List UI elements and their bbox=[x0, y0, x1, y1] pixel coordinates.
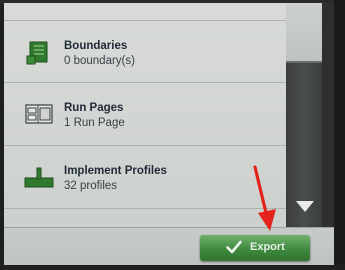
list-item-subtitle: 0 boundary(s) bbox=[64, 55, 135, 67]
scrollbar[interactable] bbox=[286, 3, 334, 227]
checkmark-icon bbox=[226, 240, 242, 254]
implement-icon bbox=[24, 167, 54, 188]
display-screen: Boundaries 0 boundary(s) Run Pages 1 Run… bbox=[4, 3, 334, 265]
triangle-down-icon[interactable] bbox=[296, 201, 314, 212]
scroll-up-region[interactable] bbox=[286, 3, 322, 63]
list-item-boundaries[interactable]: Boundaries 0 boundary(s) bbox=[4, 20, 286, 83]
run-page-icon bbox=[25, 104, 53, 124]
export-button-label: Export bbox=[250, 241, 285, 253]
list-item-title: Run Pages bbox=[64, 102, 124, 114]
screen-bezel-bottom bbox=[0, 265, 345, 270]
list-item-title: Implement Profiles bbox=[64, 165, 167, 177]
list-item-subtitle: 1 Run Page bbox=[64, 117, 125, 129]
export-button[interactable]: Export bbox=[200, 235, 310, 261]
red-arrow-annotation bbox=[253, 165, 276, 231]
list-item-subtitle: 32 profiles bbox=[64, 180, 118, 192]
screen-bezel-right bbox=[334, 0, 345, 270]
list-item-run-pages[interactable]: Run Pages 1 Run Page bbox=[4, 83, 286, 146]
scroll-track[interactable] bbox=[286, 63, 322, 227]
footer-bar: Export bbox=[4, 227, 334, 265]
list-item-title: Boundaries bbox=[64, 40, 128, 52]
boundary-icon bbox=[26, 41, 48, 65]
